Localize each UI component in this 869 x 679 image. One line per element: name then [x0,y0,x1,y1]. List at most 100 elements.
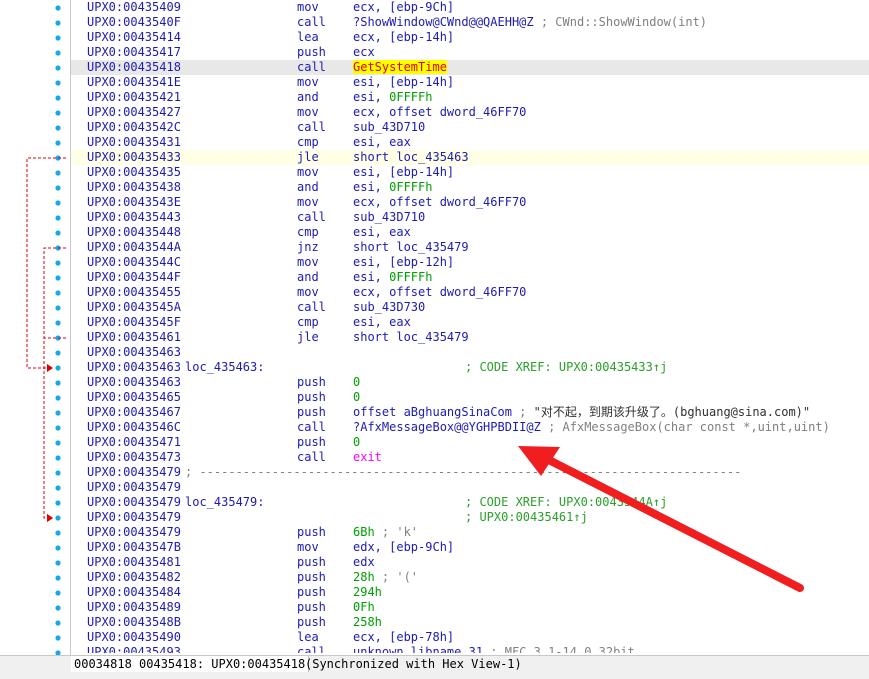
listing-row[interactable]: UPX0:0043544C mov esi, [ebp-12h] [71,255,869,270]
row-mnemonic[interactable]: push [297,435,326,450]
row-address[interactable]: UPX0:00435421 [87,90,181,105]
row-address[interactable]: UPX0:0043548B [87,615,181,630]
row-address[interactable]: UPX0:00435481 [87,555,181,570]
listing-row[interactable]: UPX0:0043548B push 258h [71,615,869,630]
row-address[interactable]: UPX0:00435443 [87,210,181,225]
row-operands[interactable]: short loc_435479 [353,240,469,255]
listing-row[interactable]: UPX0:00435479 ; UPX0:00435461↑j [71,510,869,525]
row-label[interactable]: loc_435463: [185,360,264,375]
row-operands[interactable]: short loc_435479 [353,330,469,345]
disassembly-listing[interactable]: UPX0:00435409 mov ecx, [ebp-9Ch] UPX0:00435… [71,0,869,655]
row-address[interactable]: UPX0:0043545F [87,315,181,330]
row-address[interactable]: UPX0:00435463 [87,345,181,360]
row-address[interactable]: UPX0:00435467 [87,405,181,420]
row-operands[interactable]: sub_43D730 [353,300,425,315]
row-mnemonic[interactable]: jle [297,330,319,345]
row-operands[interactable]: esi, eax [353,135,411,150]
row-address[interactable]: UPX0:00435433 [87,150,181,165]
row-operands[interactable]: 28h ; '(' [353,570,418,585]
row-address[interactable]: UPX0:00435482 [87,570,181,585]
row-mnemonic[interactable]: jnz [297,240,319,255]
row-operands[interactable]: 258h [353,615,382,630]
row-operands[interactable]: GetSystemTime [353,60,447,75]
row-operands[interactable]: 6Bh ; 'k' [353,525,418,540]
row-mnemonic[interactable]: call [297,420,326,435]
row-address[interactable]: UPX0:0043541E [87,75,181,90]
row-mnemonic[interactable]: cmp [297,315,319,330]
listing-row[interactable]: UPX0:0043540F call ?ShowWindow@CWnd@@QAEHH… [71,15,869,30]
row-operands[interactable]: esi, 0FFFFh [353,90,432,105]
listing-row[interactable]: UPX0:00435482 push 28h ; '(' [71,570,869,585]
row-mnemonic[interactable]: mov [297,195,319,210]
row-mnemonic[interactable]: mov [297,105,319,120]
row-address[interactable]: UPX0:00435465 [87,390,181,405]
row-mnemonic[interactable]: mov [297,540,319,555]
listing-row[interactable]: UPX0:00435443 call sub_43D710 [71,210,869,225]
row-address[interactable]: UPX0:00435473 [87,450,181,465]
row-operands[interactable]: unknown_libname_31 ; MFC 3.1-14.0 32bit [353,645,635,653]
listing-row[interactable]: UPX0:00435481 push edx [71,555,869,570]
row-address[interactable]: UPX0:00435455 [87,285,181,300]
row-mnemonic[interactable]: push [297,390,326,405]
row-address[interactable]: UPX0:00435479 [87,510,181,525]
row-operands[interactable]: esi, [ebp-14h] [353,165,454,180]
row-mnemonic[interactable]: cmp [297,225,319,240]
listing-row[interactable]: UPX0:00435493 call unknown_libname_31 ; MF… [71,645,869,653]
listing-row[interactable]: UPX0:00435433 jle short loc_435463 [71,150,869,165]
listing-row[interactable]: UPX0:00435427 mov ecx, offset dword_46FF70 [71,105,869,120]
row-mnemonic[interactable]: lea [297,30,319,45]
row-mnemonic[interactable]: lea [297,630,319,645]
row-operands[interactable]: 0 [353,390,360,405]
row-operands[interactable]: 0Fh [353,600,375,615]
row-address[interactable]: UPX0:00435463 [87,360,181,375]
row-operands[interactable]: esi, [ebp-14h] [353,75,454,90]
row-mnemonic[interactable]: push [297,375,326,390]
listing-row[interactable]: UPX0:00435489 push 0Fh [71,600,869,615]
row-address[interactable]: UPX0:00435479 [87,495,181,510]
listing-row[interactable]: UPX0:00435418 call GetSystemTime [71,60,869,75]
row-address[interactable]: UPX0:0043544F [87,270,181,285]
row-mnemonic[interactable]: push [297,570,326,585]
listing-row[interactable]: UPX0:0043543E mov ecx, offset dword_46FF70 [71,195,869,210]
row-mnemonic[interactable]: call [297,300,326,315]
row-xref-comment[interactable]: ; CODE XREF: UPX0:0043544A↑j [465,495,667,510]
row-address[interactable]: UPX0:00435471 [87,435,181,450]
row-address[interactable]: UPX0:00435431 [87,135,181,150]
row-mnemonic[interactable]: push [297,615,326,630]
row-address[interactable]: UPX0:00435479 [87,465,181,480]
row-mnemonic[interactable]: and [297,180,319,195]
row-mnemonic[interactable]: call [297,15,326,30]
row-operands[interactable]: esi, 0FFFFh [353,180,432,195]
row-operands[interactable]: offset aBghuangSinaCom ; "对不起，到期该升级了。(bg… [353,405,810,420]
listing-row[interactable]: UPX0:00435414 lea ecx, [ebp-14h] [71,30,869,45]
row-address[interactable]: UPX0:00435489 [87,600,181,615]
row-address[interactable]: UPX0:0043547B [87,540,181,555]
row-mnemonic[interactable]: call [297,60,326,75]
row-mnemonic[interactable]: mov [297,0,319,15]
row-mnemonic[interactable]: push [297,405,326,420]
row-mnemonic[interactable]: push [297,525,326,540]
listing-row[interactable]: UPX0:0043545F cmp esi, eax [71,315,869,330]
row-mnemonic[interactable]: cmp [297,135,319,150]
row-operands[interactable]: 0 [353,375,360,390]
row-operands[interactable]: 0 [353,435,360,450]
row-operands[interactable]: ?ShowWindow@CWnd@@QAEHH@Z ; CWnd::ShowWi… [353,15,707,30]
row-address[interactable]: UPX0:00435484 [87,585,181,600]
row-address[interactable]: UPX0:00435479 [87,480,181,495]
row-address[interactable]: UPX0:0043540F [87,15,181,30]
row-operands[interactable]: esi, [ebp-12h] [353,255,454,270]
row-mnemonic[interactable]: mov [297,75,319,90]
row-xref-comment[interactable]: ; UPX0:00435461↑j [465,510,588,525]
row-operands[interactable]: esi, eax [353,315,411,330]
row-xref-comment[interactable]: ; CODE XREF: UPX0:00435433↑j [465,360,667,375]
row-operands[interactable]: ecx, offset dword_46FF70 [353,285,526,300]
listing-row[interactable]: UPX0:00435473 call exit [71,450,869,465]
listing-row[interactable]: UPX0:0043544F and esi, 0FFFFh [71,270,869,285]
row-operands[interactable]: ecx [353,45,375,60]
row-mnemonic[interactable]: call [297,210,326,225]
row-address[interactable]: UPX0:00435418 [87,60,181,75]
row-mnemonic[interactable]: call [297,645,326,653]
row-mnemonic[interactable]: mov [297,255,319,270]
row-mnemonic[interactable]: jle [297,150,319,165]
listing-row[interactable]: UPX0:00435421 and esi, 0FFFFh [71,90,869,105]
